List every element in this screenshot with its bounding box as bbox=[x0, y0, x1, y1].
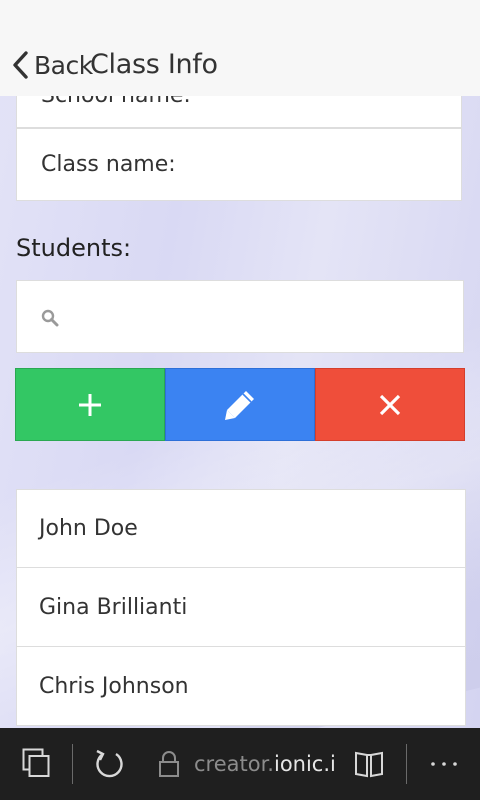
student-name: Gina Brillianti bbox=[39, 594, 188, 620]
student-list-item[interactable]: Chris Johnson bbox=[16, 646, 466, 726]
search-icon bbox=[41, 309, 59, 327]
refresh-icon[interactable] bbox=[94, 748, 126, 780]
student-action-buttons bbox=[15, 368, 465, 441]
nav-header: Back Class Info bbox=[0, 0, 480, 96]
browser-toolbar: creator.ionic.io bbox=[0, 728, 480, 800]
student-name: Chris Johnson bbox=[39, 673, 189, 699]
main-content: School name: Class name: Students: bbox=[0, 0, 480, 728]
plus-icon bbox=[79, 393, 101, 416]
reading-view-icon[interactable] bbox=[354, 750, 384, 778]
class-name-field[interactable]: Class name: bbox=[16, 128, 462, 201]
page-title: Class Info bbox=[90, 49, 218, 80]
add-student-button[interactable] bbox=[15, 368, 165, 441]
student-search-box[interactable] bbox=[16, 280, 464, 353]
back-label: Back bbox=[34, 50, 93, 80]
student-list-item[interactable]: John Doe bbox=[16, 489, 466, 568]
delete-student-button[interactable] bbox=[315, 368, 465, 441]
student-name: John Doe bbox=[39, 516, 138, 541]
chevron-left-icon bbox=[13, 51, 28, 79]
class-name-label: Class name: bbox=[41, 152, 176, 177]
close-icon bbox=[379, 394, 401, 415]
edit-student-button[interactable] bbox=[165, 368, 315, 441]
back-button[interactable]: Back bbox=[10, 46, 93, 84]
toolbar-divider bbox=[406, 744, 407, 784]
student-list: John Doe Gina Brillianti Chris Johnson bbox=[16, 489, 466, 726]
url-prefix: creator. bbox=[194, 752, 274, 776]
search-input[interactable] bbox=[71, 295, 455, 341]
students-heading: Students: bbox=[16, 234, 132, 262]
url-domain: ionic.io bbox=[273, 752, 336, 776]
pencil-icon bbox=[225, 390, 254, 420]
toolbar-divider bbox=[72, 744, 73, 784]
student-list-item[interactable]: Gina Brillianti bbox=[16, 567, 466, 647]
more-icon[interactable] bbox=[428, 758, 460, 770]
address-bar[interactable]: creator.ionic.io bbox=[194, 748, 336, 780]
tabs-icon[interactable] bbox=[22, 748, 50, 778]
lock-icon bbox=[159, 751, 179, 777]
